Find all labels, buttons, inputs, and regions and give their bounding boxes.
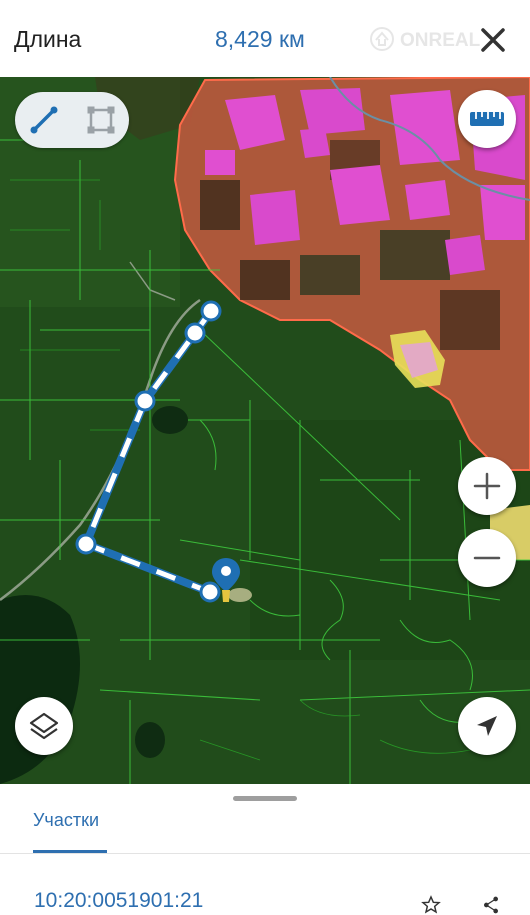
- locate-button[interactable]: [458, 697, 516, 755]
- zoom-out-icon: [473, 556, 501, 560]
- locate-icon: [477, 716, 497, 736]
- layers-button[interactable]: [15, 697, 73, 755]
- draw-mode-toggle: [15, 92, 129, 148]
- parcel-id[interactable]: 10:20:0051901:21: [34, 889, 203, 913]
- route-vertex[interactable]: [134, 390, 156, 412]
- top-bar: Длина 8,429 км ONREAL: [0, 0, 530, 77]
- zoom-in-button[interactable]: [458, 457, 516, 515]
- route-vertex[interactable]: [199, 581, 221, 603]
- layers-icon: [29, 712, 59, 740]
- route-vertex[interactable]: [75, 533, 97, 555]
- zoom-in-icon: [473, 472, 501, 500]
- line-mode-button[interactable]: [15, 92, 72, 148]
- share-icon[interactable]: [476, 895, 506, 915]
- zoom-out-button[interactable]: [458, 529, 516, 587]
- length-value: 8,429 км: [215, 26, 305, 52]
- ruler-icon: [470, 112, 504, 126]
- measure-title: Длина: [14, 26, 82, 52]
- route-vertex[interactable]: [200, 300, 222, 322]
- route-vertex[interactable]: [184, 322, 206, 344]
- polygon-icon: [87, 106, 114, 134]
- measure-route[interactable]: [0, 77, 530, 784]
- satellite-map[interactable]: [0, 77, 530, 784]
- line-icon: [30, 106, 57, 134]
- ruler-button[interactable]: [458, 90, 516, 148]
- star-icon[interactable]: [416, 895, 446, 915]
- close-icon[interactable]: [477, 24, 509, 56]
- sheet-drag-handle[interactable]: [233, 796, 297, 801]
- sheet-divider: [0, 853, 530, 854]
- route-dash: [82, 309, 214, 595]
- polygon-mode-button[interactable]: [72, 92, 129, 148]
- svg-text:ONREAL: ONREAL: [400, 30, 481, 51]
- tab-parcels[interactable]: Участки: [33, 810, 99, 831]
